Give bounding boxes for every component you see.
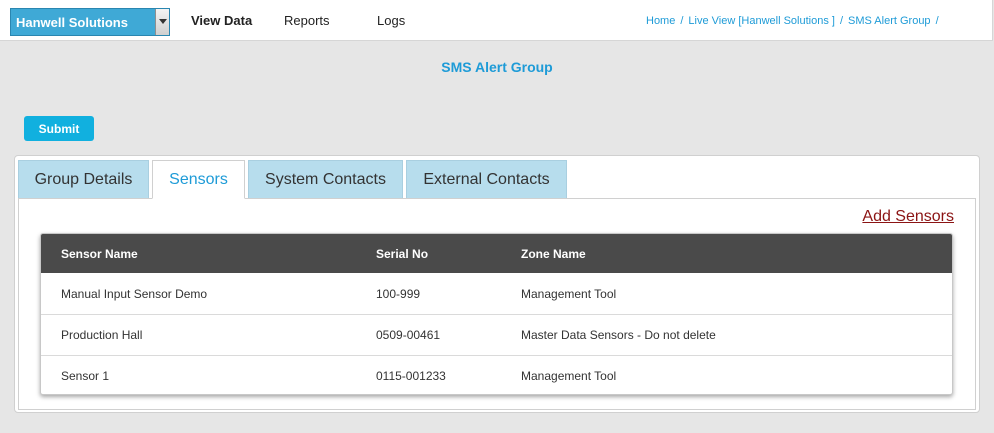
table-row[interactable]: Manual Input Sensor Demo 100-999 Managem…	[41, 274, 952, 314]
cell-sensor-name: Manual Input Sensor Demo	[61, 287, 208, 301]
table-row[interactable]: Sensor 1 0115-001233 Management Tool	[41, 355, 952, 394]
cell-serial-no: 0509-00461	[376, 327, 441, 342]
nav-view-data[interactable]: View Data	[191, 13, 252, 28]
breadcrumb-live-view[interactable]: Live View [Hanwell Solutions ]	[688, 15, 835, 27]
breadcrumb-home[interactable]: Home	[646, 15, 675, 27]
breadcrumb: Home / Live View [Hanwell Solutions ] / SMS …	[646, 15, 944, 27]
tab-system-contacts[interactable]: System Contacts	[248, 160, 403, 198]
tab-sensors[interactable]: Sensors	[152, 160, 245, 199]
table-header: Sensor Name Serial No Zone Name	[41, 234, 952, 273]
breadcrumb-sms-alert-group[interactable]: SMS Alert Group	[848, 15, 931, 27]
cell-serial-no: 100-999	[376, 287, 421, 301]
nav-logs[interactable]: Logs	[377, 13, 405, 28]
breadcrumb-separator: /	[680, 15, 684, 27]
cell-zone-name: Master Data Sensors - Do not delete	[521, 327, 716, 342]
table-row[interactable]: Production Hall 0509-00461 Master Data S…	[41, 314, 952, 354]
breadcrumb-separator: /	[935, 15, 939, 27]
submit-button[interactable]: Submit	[24, 116, 94, 141]
add-sensors-link[interactable]: Add Sensors	[862, 208, 954, 226]
cell-sensor-name: Production Hall	[61, 327, 143, 342]
tab-external-contacts[interactable]: External Contacts	[406, 160, 567, 198]
cell-zone-name: Management Tool	[521, 368, 617, 383]
column-header-serial-no[interactable]: Serial No	[376, 234, 428, 273]
cell-serial-no: 0115-001233	[376, 368, 446, 383]
cell-sensor-name: Sensor 1	[61, 368, 110, 383]
column-header-zone-name[interactable]: Zone Name	[521, 234, 586, 273]
breadcrumb-separator: /	[839, 15, 844, 27]
chevron-down-icon[interactable]	[155, 9, 169, 35]
page-title: SMS Alert Group	[441, 59, 553, 75]
company-select[interactable]: Hanwell Solutions	[10, 8, 170, 36]
sensors-table: Sensor Name Serial No Zone Name Manual I…	[40, 233, 953, 395]
nav-reports[interactable]: Reports	[284, 13, 330, 28]
tab-group-details[interactable]: Group Details	[18, 160, 149, 198]
top-navigation-bar: Hanwell Solutions View Data Reports Logs…	[0, 0, 993, 41]
company-select-value: Hanwell Solutions	[16, 15, 128, 30]
cell-zone-name: Management Tool	[521, 287, 617, 301]
column-header-sensor-name[interactable]: Sensor Name	[61, 234, 138, 273]
